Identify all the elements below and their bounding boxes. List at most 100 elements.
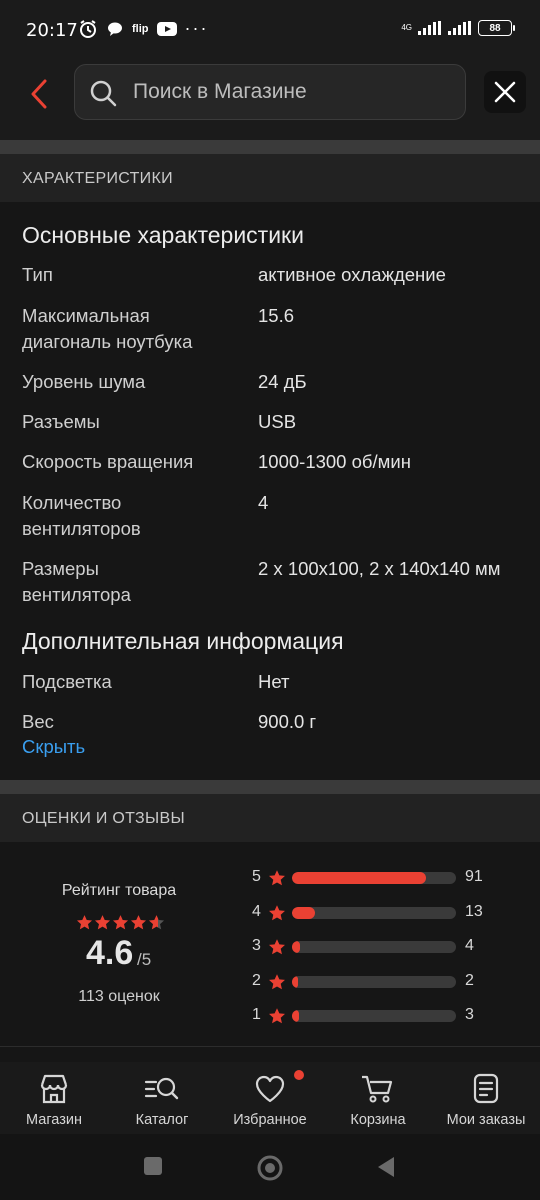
rating-count-value: 91 [465, 868, 483, 885]
rating-count-value: 2 [465, 972, 474, 989]
section-title: ХАРАКТЕРИСТИКИ [22, 170, 173, 187]
section-separator [0, 780, 540, 794]
characteristics-header: ХАРАКТЕРИСТИКИ [0, 154, 540, 202]
star-level: 4 [252, 903, 261, 920]
close-button[interactable] [484, 71, 526, 113]
rating-distribution-row[interactable]: 22 [252, 970, 512, 994]
star-level: 3 [252, 937, 261, 954]
spec-label: Вес [22, 711, 54, 732]
nav-store[interactable]: Магазин [0, 1062, 108, 1134]
status-right: 4G 88 [401, 20, 515, 36]
nav-label: Корзина [350, 1112, 406, 1128]
close-icon [494, 81, 516, 103]
star-icon [269, 905, 285, 921]
star-icon [94, 915, 111, 930]
youtube-icon [156, 21, 177, 36]
spec-value: USB [258, 411, 297, 432]
status-icons: flip ··· [78, 18, 208, 39]
notification-dot [294, 1070, 304, 1080]
rating-bar [292, 1010, 456, 1022]
spec-value: Нет [258, 671, 290, 692]
star-level: 2 [252, 972, 261, 989]
main-characteristics-title: Основные характеристики [22, 222, 304, 248]
back-arrow-icon [31, 79, 47, 109]
rating-distribution-row[interactable]: 5 91 [252, 866, 512, 890]
rating-bar [292, 872, 456, 884]
home-icon[interactable] [256, 1154, 284, 1182]
star-level: 5 [252, 868, 261, 885]
extra-info-title: Дополнительная информация [22, 628, 344, 654]
spec-value: активное охлаждение [258, 264, 446, 285]
rating-distribution-row[interactable]: 34 [252, 935, 512, 959]
nav-label: Избранное [233, 1112, 307, 1128]
back-system-icon[interactable] [376, 1156, 396, 1178]
status-bar: 20:17 flip ··· 4G 88 [0, 0, 540, 52]
rating-distribution-row[interactable]: 4 13 [252, 901, 512, 925]
spec-label: Максимальная диагональ ноутбука [22, 305, 193, 352]
nav-label: Мои заказы [446, 1112, 526, 1128]
spec-label: Количество вентиляторов [22, 492, 141, 539]
system-nav-bar [0, 1134, 540, 1200]
bottom-nav: Магазин Каталог Избранное Корзина Мои за… [0, 1062, 540, 1134]
rating-bar-fill [292, 872, 427, 884]
rating-count-value: 13 [465, 903, 483, 920]
star-icon [269, 1008, 285, 1024]
recent-apps-icon[interactable] [143, 1156, 163, 1176]
star-icon [130, 915, 147, 930]
nav-label: Каталог [135, 1112, 189, 1128]
nav-cart[interactable]: Корзина [324, 1062, 432, 1134]
rating-bar [292, 976, 456, 988]
catalog-search-icon [144, 1077, 179, 1100]
orders-icon [473, 1073, 499, 1104]
search-box[interactable] [74, 64, 466, 120]
battery-icon: 88 [478, 20, 515, 36]
flip-icon: flip [132, 22, 149, 35]
star-icon [269, 974, 285, 990]
more-notifications-icon: ··· [184, 18, 209, 38]
rating-bar-fill [292, 1010, 299, 1022]
back-button[interactable] [22, 74, 56, 114]
cart-icon [362, 1075, 393, 1103]
signal-icon [418, 21, 441, 35]
rating-bar-fill [292, 976, 298, 988]
rating-bar [292, 907, 456, 919]
rating-summary[interactable]: Рейтинг товара 4.6 /5 113 оценок 5 91 4 13 3… [0, 844, 540, 1044]
spec-value: 2 x 100x100, 2 x 140x140 мм [258, 558, 501, 579]
store-icon [40, 1074, 68, 1104]
spec-value: 4 [258, 492, 269, 513]
spec-label: Тип [22, 264, 53, 285]
star-icon [269, 939, 285, 955]
alarm-icon [80, 19, 96, 38]
reviews-header: ОЦЕНКИ И ОТЗЫВЫ [0, 794, 540, 842]
spec-value: 15.6 [258, 305, 295, 326]
rating-count-value: 3 [465, 1006, 474, 1023]
nav-label: Магазин [26, 1112, 82, 1128]
rating-bar-fill [292, 907, 315, 919]
hide-characteristics-link[interactable]: Скрыть [22, 736, 85, 758]
status-time: 20:17 [26, 20, 78, 41]
chat-bubble-icon [108, 22, 122, 36]
star-icon [148, 915, 165, 930]
rating-count: 113 оценок [78, 988, 160, 1005]
star-icon [76, 915, 93, 930]
search-input[interactable] [133, 75, 453, 109]
spec-label: Скорость вращения [22, 451, 194, 472]
heart-icon [255, 1075, 285, 1103]
rating-max: /5 [137, 950, 152, 969]
spec-label: Размеры вентилятора [22, 558, 131, 605]
star-icon [269, 870, 285, 886]
top-bar [0, 52, 540, 140]
rating-count-value: 4 [465, 937, 474, 954]
nav-orders[interactable]: Мои заказы [432, 1062, 540, 1134]
nav-catalog[interactable]: Каталог [108, 1062, 216, 1134]
rating-bar [292, 941, 456, 953]
battery-level: 88 [489, 22, 501, 34]
rating-label: Рейтинг товара [61, 882, 177, 899]
rating-stars [76, 914, 165, 930]
rating-distribution-row[interactable]: 13 [252, 1004, 512, 1028]
spec-value: 900.0 г [258, 711, 317, 732]
section-title: ОЦЕНКИ И ОТЗЫВЫ [22, 810, 185, 827]
spec-value: 1000-1300 об/мин [258, 451, 411, 472]
nav-favorites[interactable]: Избранное [216, 1062, 324, 1134]
rating-value: 4.6 [86, 934, 134, 972]
